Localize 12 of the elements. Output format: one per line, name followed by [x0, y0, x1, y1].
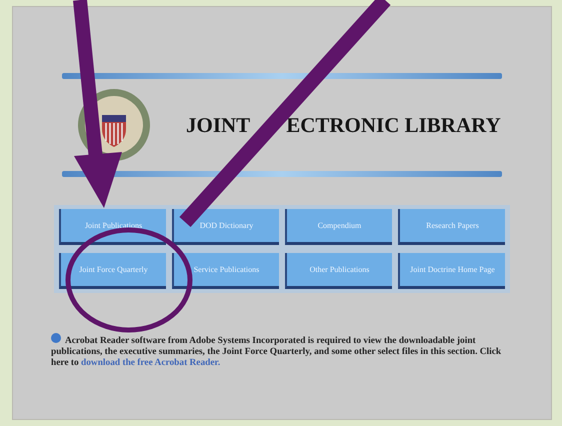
nav-button[interactable]: Other Publications	[285, 253, 392, 289]
acrobat-notice: Acrobat Reader software from Adobe Systems Incorporated is required to view the downloadable joint publications, the executive summaries, the Joint Force Quarterly, and some other select files in this section. Click here to download the free Acrobat Reader.	[51, 333, 513, 369]
page-title: ECTRONIC LIBRARY	[286, 112, 501, 138]
nav-button[interactable]: Compendium	[285, 209, 392, 245]
nav-button[interactable]: Research Papers	[398, 209, 505, 245]
nav-button[interactable]: Service Publications	[172, 253, 279, 289]
nav-button[interactable]: DOD Dictionary	[172, 209, 279, 245]
download-link[interactable]: download the free Acrobat Reader.	[81, 358, 220, 368]
nav-button[interactable]: Joint Doctrine Home Page	[398, 253, 505, 289]
nav-button[interactable]: Joint Force Quarterly	[59, 253, 166, 289]
page-title: JOINT	[186, 112, 250, 138]
bullet-icon	[51, 333, 61, 343]
